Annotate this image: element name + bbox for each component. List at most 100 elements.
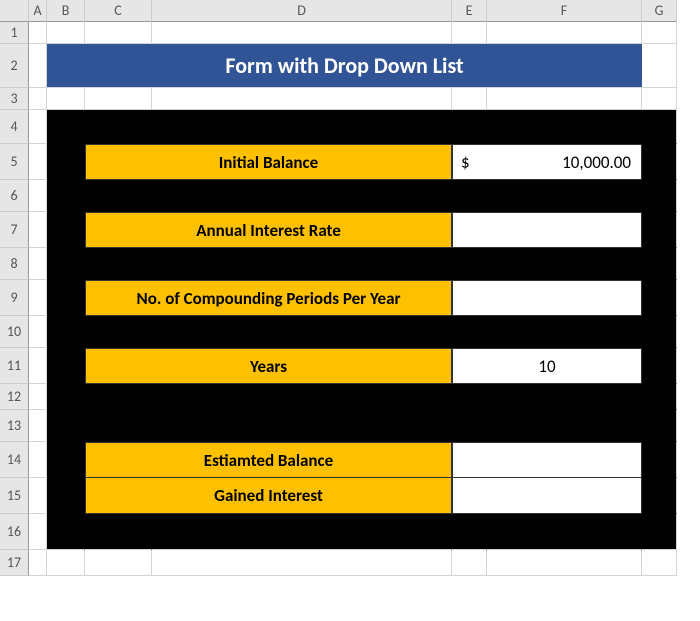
cell-grid: Form with Drop Down List Initial Balance… bbox=[29, 22, 677, 576]
row-header-4[interactable]: 4 bbox=[0, 110, 29, 144]
cell[interactable] bbox=[152, 22, 452, 44]
col-header-f[interactable]: F bbox=[487, 0, 642, 22]
cell[interactable] bbox=[29, 88, 47, 110]
cell[interactable] bbox=[85, 550, 152, 576]
form-bg bbox=[487, 514, 642, 550]
cell[interactable] bbox=[487, 550, 642, 576]
row-header-14[interactable]: 14 bbox=[0, 442, 29, 478]
row-header-7[interactable]: 7 bbox=[0, 212, 29, 248]
form-bg bbox=[152, 410, 452, 442]
form-bg bbox=[642, 348, 677, 384]
cell[interactable] bbox=[29, 180, 47, 212]
cell[interactable] bbox=[29, 316, 47, 348]
form-bg bbox=[47, 514, 85, 550]
cell[interactable] bbox=[29, 248, 47, 280]
cell[interactable] bbox=[487, 22, 642, 44]
cell[interactable] bbox=[85, 22, 152, 44]
row-header-11[interactable]: 11 bbox=[0, 348, 29, 384]
cell[interactable] bbox=[487, 88, 642, 110]
row-header-12[interactable]: 12 bbox=[0, 384, 29, 410]
cell[interactable] bbox=[152, 88, 452, 110]
form-bg bbox=[152, 248, 452, 280]
form-bg bbox=[642, 384, 677, 410]
form-bg bbox=[85, 180, 152, 212]
form-bg bbox=[642, 110, 677, 144]
output-est-balance[interactable] bbox=[452, 442, 642, 478]
col-header-d[interactable]: D bbox=[152, 0, 452, 22]
row-header-8[interactable]: 8 bbox=[0, 248, 29, 280]
form-bg bbox=[642, 478, 677, 514]
cell[interactable] bbox=[29, 144, 47, 180]
label-est-balance: Estiamted Balance bbox=[85, 442, 452, 478]
row-header-5[interactable]: 5 bbox=[0, 144, 29, 180]
cell[interactable] bbox=[29, 514, 47, 550]
row-header-16[interactable]: 16 bbox=[0, 514, 29, 550]
cell[interactable] bbox=[47, 88, 85, 110]
cell[interactable] bbox=[642, 88, 677, 110]
cell[interactable] bbox=[452, 22, 487, 44]
form-bg bbox=[47, 348, 85, 384]
row-header-9[interactable]: 9 bbox=[0, 280, 29, 316]
form-bg bbox=[642, 442, 677, 478]
cell[interactable] bbox=[85, 88, 152, 110]
cell[interactable] bbox=[29, 478, 47, 514]
cell[interactable] bbox=[29, 550, 47, 576]
select-all-corner[interactable] bbox=[0, 0, 29, 22]
cell[interactable] bbox=[29, 348, 47, 384]
form-bg bbox=[642, 144, 677, 180]
row-headers: 1 2 3 4 5 6 7 8 9 10 11 12 13 14 15 16 1… bbox=[0, 22, 29, 576]
col-header-g[interactable]: G bbox=[642, 0, 677, 22]
form-bg bbox=[487, 410, 642, 442]
input-compounding[interactable] bbox=[452, 280, 642, 316]
cell[interactable] bbox=[29, 22, 47, 44]
cell[interactable] bbox=[29, 280, 47, 316]
col-header-e[interactable]: E bbox=[452, 0, 487, 22]
row-header-2[interactable]: 2 bbox=[0, 44, 29, 88]
cell[interactable] bbox=[29, 410, 47, 442]
cell[interactable] bbox=[47, 550, 85, 576]
form-bg bbox=[47, 384, 85, 410]
form-bg bbox=[642, 212, 677, 248]
cell[interactable] bbox=[642, 550, 677, 576]
form-bg bbox=[487, 180, 642, 212]
cell[interactable] bbox=[29, 384, 47, 410]
cell[interactable] bbox=[29, 212, 47, 248]
form-bg bbox=[152, 110, 452, 144]
input-initial-balance[interactable]: 10,000.00 bbox=[487, 144, 642, 180]
form-bg bbox=[85, 410, 152, 442]
row-header-17[interactable]: 17 bbox=[0, 550, 29, 576]
form-bg bbox=[47, 316, 85, 348]
cell[interactable] bbox=[642, 22, 677, 44]
form-bg bbox=[487, 316, 642, 348]
input-annual-rate[interactable] bbox=[452, 212, 642, 248]
spreadsheet: A B C D E F G 1 2 3 4 5 6 7 8 9 10 11 12… bbox=[0, 0, 700, 621]
label-initial-balance: Initial Balance bbox=[85, 144, 452, 180]
row-header-13[interactable]: 13 bbox=[0, 410, 29, 442]
input-years[interactable]: 10 bbox=[452, 348, 642, 384]
cell[interactable] bbox=[29, 44, 47, 88]
row-header-10[interactable]: 10 bbox=[0, 316, 29, 348]
form-bg bbox=[47, 248, 85, 280]
col-header-a[interactable]: A bbox=[29, 0, 47, 22]
row-header-6[interactable]: 6 bbox=[0, 180, 29, 212]
form-bg bbox=[47, 212, 85, 248]
form-bg bbox=[47, 144, 85, 180]
form-bg bbox=[452, 316, 487, 348]
form-bg bbox=[642, 180, 677, 212]
cell[interactable] bbox=[47, 22, 85, 44]
row-header-1[interactable]: 1 bbox=[0, 22, 29, 44]
output-gained-interest[interactable] bbox=[452, 478, 642, 514]
cell[interactable] bbox=[29, 442, 47, 478]
form-bg bbox=[152, 180, 452, 212]
form-bg bbox=[152, 316, 452, 348]
row-header-15[interactable]: 15 bbox=[0, 478, 29, 514]
col-header-b[interactable]: B bbox=[47, 0, 85, 22]
row-header-3[interactable]: 3 bbox=[0, 88, 29, 110]
cell[interactable] bbox=[452, 550, 487, 576]
cell[interactable] bbox=[452, 88, 487, 110]
cell[interactable] bbox=[29, 110, 47, 144]
cell[interactable] bbox=[642, 44, 677, 88]
cell[interactable] bbox=[152, 550, 452, 576]
form-bg bbox=[85, 110, 152, 144]
col-header-c[interactable]: C bbox=[85, 0, 152, 22]
